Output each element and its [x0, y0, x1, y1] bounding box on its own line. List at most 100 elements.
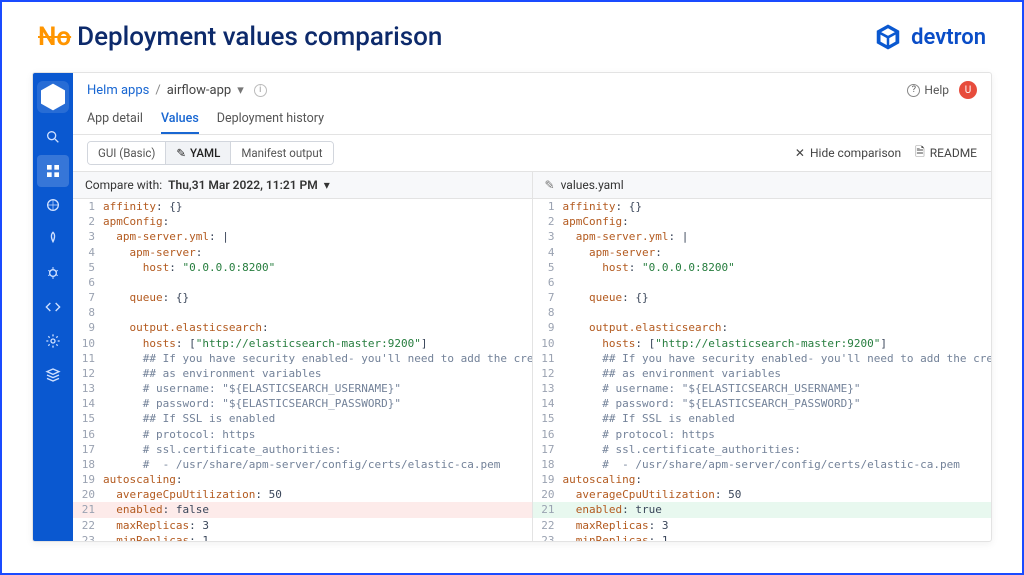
readme-button[interactable]: 🗎 README [915, 143, 977, 164]
breadcrumb-current[interactable]: airflow-app [167, 83, 231, 98]
chevron-down-icon[interactable]: ▾ [237, 83, 244, 98]
code-line: 23 minReplicas: 1 [73, 533, 532, 541]
seg-manifest[interactable]: Manifest output [231, 142, 332, 164]
line-number: 21 [73, 502, 103, 517]
sidebar-item-stack[interactable] [37, 359, 69, 391]
line-number: 6 [533, 275, 563, 290]
chevron-down-icon: ▾ [324, 178, 330, 192]
line-number: 22 [533, 518, 563, 533]
sidebar-item-search[interactable] [37, 121, 69, 153]
line-text: enabled: false [103, 502, 209, 517]
line-number: 4 [73, 245, 103, 260]
code-line: 3 apm-server.yml: | [73, 229, 532, 244]
compare-with-selector[interactable]: Compare with: Thu,31 Mar 2022, 11:21 PM … [73, 172, 533, 198]
line-text: affinity: {} [103, 199, 182, 214]
helm-icon [45, 197, 61, 213]
sidebar-item-security[interactable] [37, 257, 69, 289]
breadcrumb-parent[interactable]: Helm apps [87, 83, 149, 98]
avatar[interactable]: U [959, 81, 977, 99]
line-number: 5 [533, 260, 563, 275]
hide-comparison-label: Hide comparison [810, 146, 901, 160]
view-mode-segment: GUI (Basic) ✎ YAML Manifest output [87, 141, 334, 165]
code-line: 23 minReplicas: 1 [533, 533, 992, 541]
help-link[interactable]: ? Help [907, 83, 949, 97]
code-icon [45, 299, 61, 315]
pencil-icon: ✎ [176, 146, 186, 160]
slide-title: No Deployment values comparison [38, 22, 442, 52]
code-line: 16 # protocol: https [533, 427, 992, 442]
line-text: enabled: true [563, 502, 662, 517]
line-text: apmConfig: [563, 214, 629, 229]
breadcrumb-sep: / [155, 83, 160, 98]
line-text: # protocol: https [563, 427, 715, 442]
line-number: 17 [73, 442, 103, 457]
sidebar-item-helm[interactable] [37, 189, 69, 221]
line-number: 13 [73, 381, 103, 396]
line-number: 19 [73, 472, 103, 487]
pencil-icon: ✎ [545, 178, 555, 192]
code-line: 5 host: "0.0.0.0:8200" [533, 260, 992, 275]
code-line: 19autoscaling: [73, 472, 532, 487]
line-number: 11 [73, 351, 103, 366]
line-text: apm-server.yml: | [563, 229, 689, 244]
line-text: ## If SSL is enabled [103, 411, 275, 426]
help-label: Help [924, 83, 949, 97]
current-file-cell: ✎ values.yaml [533, 172, 992, 198]
line-text: host: "0.0.0.0:8200" [563, 260, 735, 275]
line-number: 14 [533, 396, 563, 411]
tab-deployment-history[interactable]: Deployment history [217, 105, 324, 134]
code-pane-right[interactable]: 1affinity: {}2apmConfig:3 apm-server.yml… [533, 199, 992, 541]
code-line: 13 # username: "${ELASTICSEARCH_USERNAME… [73, 381, 532, 396]
line-number: 17 [533, 442, 563, 457]
line-number: 22 [73, 518, 103, 533]
line-number: 20 [533, 487, 563, 502]
sidebar-item-deploy[interactable] [37, 223, 69, 255]
line-text: # ssl.certificate_authorities: [103, 442, 341, 457]
line-text: # - /usr/share/apm-server/config/certs/e… [103, 457, 500, 472]
line-number: 14 [73, 396, 103, 411]
sidebar-item-apps[interactable] [37, 155, 69, 187]
code-line: 5 host: "0.0.0.0:8200" [73, 260, 532, 275]
sidebar-item-settings[interactable] [37, 325, 69, 357]
code-line: 9 output.elasticsearch: [73, 320, 532, 335]
line-text: autoscaling: [103, 472, 182, 487]
tab-values[interactable]: Values [161, 105, 199, 134]
line-number: 15 [73, 411, 103, 426]
line-text: ## as environment variables [563, 366, 782, 381]
sidebar-logo[interactable] [37, 81, 69, 113]
line-text: # username: "${ELASTICSEARCH_USERNAME}" [563, 381, 861, 396]
line-text: hosts: ["http://elasticsearch-master:920… [563, 336, 888, 351]
code-line: 11 ## If you have security enabled- you'… [533, 351, 992, 366]
devtron-mark-icon [37, 81, 69, 113]
tab-app-detail[interactable]: App detail [87, 105, 143, 134]
grid-icon [45, 163, 61, 179]
line-text: maxReplicas: 3 [103, 518, 209, 533]
info-icon[interactable]: i [254, 84, 267, 97]
line-text: minReplicas: 1 [563, 533, 669, 541]
line-number: 12 [533, 366, 563, 381]
line-number: 7 [73, 290, 103, 305]
code-line: 4 apm-server: [73, 245, 532, 260]
current-file-label: values.yaml [561, 178, 624, 192]
seg-yaml-label: YAML [190, 146, 220, 160]
gear-icon [45, 333, 61, 349]
code-line: 22 maxReplicas: 3 [533, 518, 992, 533]
line-number: 6 [73, 275, 103, 290]
line-number: 3 [533, 229, 563, 244]
code-line: 14 # password: "${ELASTICSEARCH_PASSWORD… [73, 396, 532, 411]
file-icon: 🗎 [915, 143, 925, 164]
code-line: 9 output.elasticsearch: [533, 320, 992, 335]
line-text: averageCpuUtilization: 50 [103, 487, 282, 502]
code-line: 16 # protocol: https [73, 427, 532, 442]
code-pane-left[interactable]: 1affinity: {}2apmConfig:3 apm-server.yml… [73, 199, 533, 541]
help-icon: ? [907, 84, 920, 97]
sidebar-item-code[interactable] [37, 291, 69, 323]
code-line: 1affinity: {} [533, 199, 992, 214]
seg-gui[interactable]: GUI (Basic) [88, 142, 166, 164]
line-text: ## If you have security enabled- you'll … [103, 351, 533, 366]
line-number: 10 [533, 336, 563, 351]
hide-comparison-button[interactable]: ✕ Hide comparison [795, 146, 901, 160]
line-text: ## as environment variables [103, 366, 322, 381]
seg-yaml[interactable]: ✎ YAML [166, 142, 231, 164]
code-line: 21 enabled: false [73, 502, 532, 517]
